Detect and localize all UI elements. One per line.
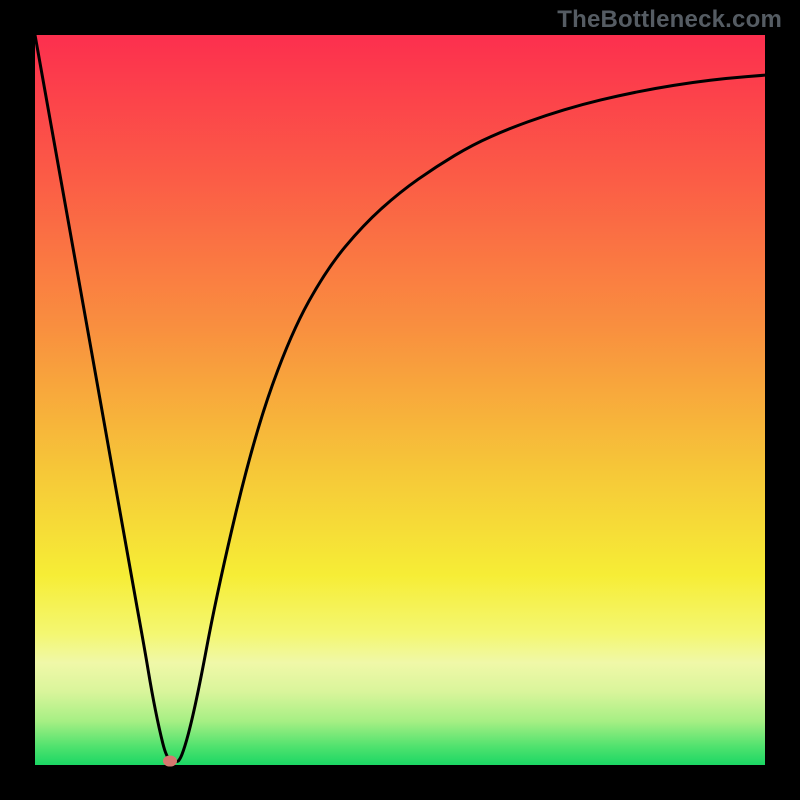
marker-layer: [35, 35, 765, 765]
chart-frame: [35, 35, 765, 765]
watermark-text: TheBottleneck.com: [557, 6, 782, 34]
optimal-point: [163, 756, 177, 767]
